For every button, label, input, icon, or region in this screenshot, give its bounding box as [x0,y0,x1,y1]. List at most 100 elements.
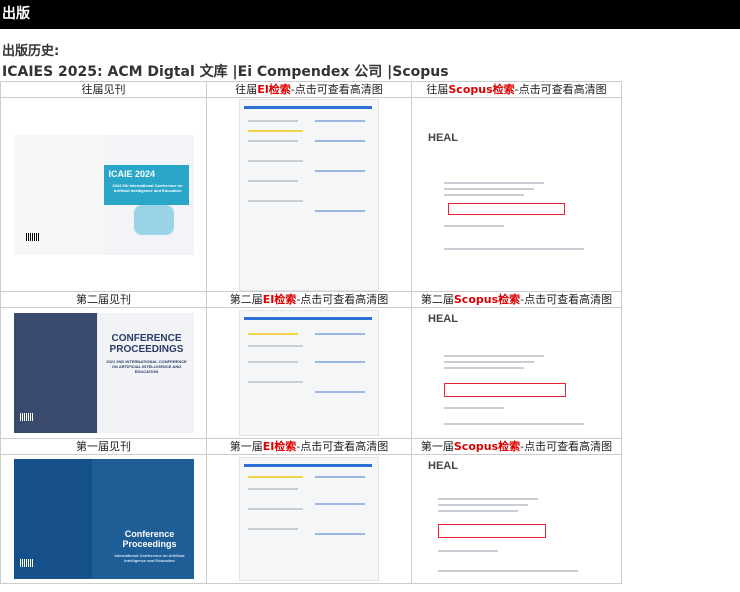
ei-screenshot-cell[interactable] [206,454,412,584]
section-title: 出版 [2,6,30,22]
scopus-screenshot-image[interactable]: HEAL [424,458,609,580]
screenshot-line [438,550,498,552]
ei-screenshot-image[interactable] [239,457,379,581]
ei-screenshot-cell[interactable] [206,307,412,439]
scopus-screenshot-image[interactable]: HEAL [424,311,609,435]
table-row: 第二届见刊 第二届EI检索-点击可查看高清图 第二届Scopus检索-点击可查看… [0,291,622,308]
screenshot-line [248,119,298,122]
highlight-box [438,524,546,538]
header-prefix: 往届 [426,83,449,96]
header-highlight: Scopus检索 [448,83,515,96]
screenshot-line [248,488,298,490]
cover-subtitle: 2024 5th International Conference on Art… [112,182,183,193]
screenshot-highlight [248,333,298,335]
table-row: Conference Proceedings International Con… [0,454,622,584]
header-highlight: EI检索 [262,440,297,453]
cover-subtitle: 2021 2ND INTERNATIONAL CONFERENCE ON ART… [106,359,187,374]
screenshot-line [315,503,365,505]
scopus-screenshot-image[interactable]: HEAL [424,129,609,260]
cover-cell[interactable]: ICAIE 2024 2024 5th International Confer… [0,97,207,292]
screenshot-line [248,361,298,363]
ei-screenshot-image[interactable] [239,310,379,436]
scopus-logo: HEAL [428,460,458,472]
book-cover-image[interactable]: ICAIE 2024 2024 5th International Confer… [13,134,194,255]
ei-screenshot-image[interactable] [239,98,379,291]
col-header-ei[interactable]: 第二届EI检索-点击可查看高清图 [206,291,412,308]
cover-title: ICAIE 2024 [108,168,156,179]
scopus-screenshot-cell[interactable]: HEAL [411,454,622,584]
screenshot-line [444,361,534,363]
screenshot-line [248,528,298,530]
screenshot-line [315,119,365,122]
barcode-icon [19,559,34,567]
col-header-proceedings: 第一届见刊 [0,438,207,455]
header-highlight: Scopus检索 [453,440,521,453]
header-prefix: 第二届 [420,293,454,306]
history-label: 出版历史: [2,44,60,59]
screenshot-line [315,476,365,478]
screenshot-line [438,510,518,512]
col-header-ei[interactable]: 往届EI检索-点击可查看高清图 [206,81,412,98]
header-suffix: -点击可查看高清图 [296,293,389,306]
highlight-box [448,202,565,215]
col-header-scopus[interactable]: 第二届Scopus检索-点击可查看高清图 [411,291,622,308]
screenshot-highlight [248,129,303,132]
header-text: 往届见刊 [81,83,126,96]
col-header-proceedings: 第二届见刊 [0,291,207,308]
proceedings-table: 往届见刊 往届EI检索-点击可查看高清图 往届Scopus检索-点击可查看高清图… [0,81,622,584]
section-header-bar: 出版 [0,0,740,29]
screenshot-line [248,139,298,142]
screenshot-line [444,224,504,227]
cover-cell[interactable]: CONFERENCE PROCEEDINGS 2021 2ND INTERNAT… [0,307,207,439]
col-header-ei[interactable]: 第一届EI检索-点击可查看高清图 [206,438,412,455]
screenshot-line [315,169,365,172]
scopus-screenshot-cell[interactable]: HEAL [411,307,622,439]
screenshot-line [248,345,303,347]
screenshot-line [438,498,538,500]
table-row: 往届见刊 往届EI检索-点击可查看高清图 往届Scopus检索-点击可查看高清图 [0,81,622,98]
publication-line: ICAIES 2025: ACM Digtal 文库 |Ei Compendex… [2,64,449,80]
screenshot-line [315,333,365,335]
screenshot-line [438,570,578,572]
cover-title: CONFERENCE PROCEEDINGS [109,333,184,355]
screenshot-line [444,247,584,250]
cover-cell[interactable]: Conference Proceedings International Con… [0,454,207,584]
table-row: 第一届见刊 第一届EI检索-点击可查看高清图 第一届Scopus检索-点击可查看… [0,438,622,455]
table-row: ICAIE 2024 2024 5th International Confer… [0,97,622,292]
screenshot-line [315,533,365,535]
screenshot-topbar [244,105,372,109]
table-row: CONFERENCE PROCEEDINGS 2021 2ND INTERNAT… [0,307,622,439]
screenshot-line [315,209,365,212]
screenshot-line [444,355,544,357]
header-text: 第二届见刊 [76,293,131,306]
scopus-screenshot-cell[interactable]: HEAL [411,97,622,292]
cover-graphic [133,204,174,235]
header-highlight: EI检索 [257,83,291,96]
screenshot-line [248,381,303,383]
scopus-logo: HEAL [428,131,458,144]
screenshot-line [444,407,504,409]
screenshot-line [444,187,534,190]
header-prefix: 第一届 [229,440,263,453]
screenshot-topbar [244,317,372,320]
screenshot-line [315,361,365,363]
book-cover-image[interactable]: Conference Proceedings International Con… [13,459,194,579]
barcode-icon [25,232,40,241]
ei-screenshot-cell[interactable] [206,97,412,292]
col-header-scopus[interactable]: 第一届Scopus检索-点击可查看高清图 [411,438,622,455]
header-highlight: Scopus检索 [453,293,521,306]
screenshot-line [438,504,528,506]
col-header-scopus[interactable]: 往届Scopus检索-点击可查看高清图 [411,81,622,98]
cover-subtitle: International Conference on Artificial I… [114,553,185,563]
screenshot-highlight [248,476,303,478]
header-prefix: 第二届 [229,293,263,306]
screenshot-line [248,508,303,510]
scopus-logo: HEAL [428,313,458,325]
screenshot-line [444,423,584,425]
screenshot-line [248,199,303,202]
book-cover-image[interactable]: CONFERENCE PROCEEDINGS 2021 2ND INTERNAT… [13,313,194,433]
screenshot-topbar [244,464,372,467]
cover-title: Conference Proceedings [122,529,177,549]
header-highlight: EI检索 [262,293,297,306]
col-header-proceedings: 往届见刊 [0,81,207,98]
